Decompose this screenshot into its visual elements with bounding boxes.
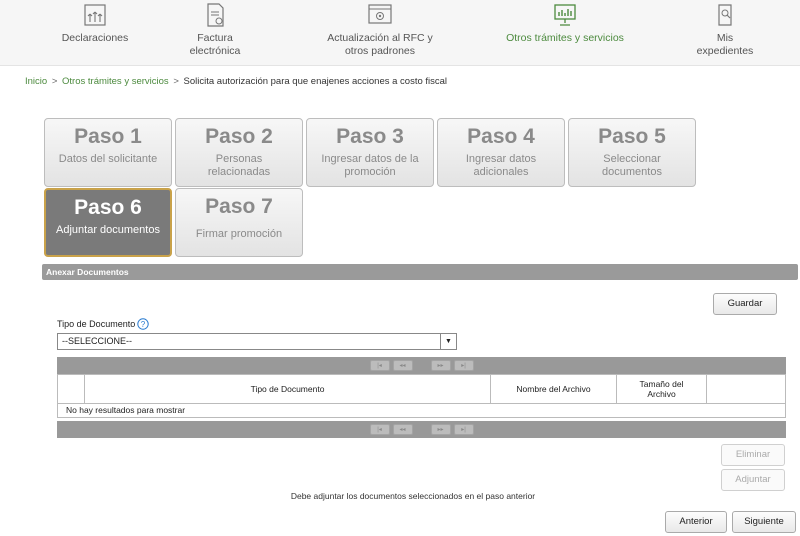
grid-col-nombre[interactable]: Nombre del Archivo — [491, 375, 617, 403]
select-value: --SELECCIONE-- — [62, 336, 133, 346]
tipo-documento-label: Tipo de Documento ? — [57, 318, 149, 330]
nav-label: Actualización al RFC y otros padrones — [327, 32, 433, 57]
tipo-documento-select[interactable]: --SELECCIONE-- ▼ — [57, 333, 457, 350]
last-page-icon[interactable]: ▸| — [453, 360, 474, 371]
nav-label: Otros trámites y servicios — [506, 32, 624, 44]
siguiente-button[interactable]: Siguiente — [732, 511, 796, 533]
step-title: Paso 7 — [205, 195, 273, 218]
step-subtitle: Ingresar datos de la promoción — [321, 153, 419, 178]
nav-label: Declaraciones — [61, 32, 129, 44]
help-icon[interactable]: ? — [137, 318, 149, 330]
step-subtitle: Personas relacionadas — [207, 153, 271, 178]
guardar-button[interactable]: Guardar — [713, 293, 777, 315]
step-4[interactable]: Paso 4 Ingresar datos adicionales — [437, 118, 565, 187]
step-title: Paso 4 — [467, 125, 535, 148]
step-subtitle: Ingresar datos adicionales — [465, 153, 537, 178]
otros-tramites-icon — [554, 4, 576, 26]
tipo-documento-text: Tipo de Documento — [57, 319, 136, 329]
next-page-icon[interactable]: ▸▸ — [430, 424, 451, 435]
grid-empty-message: No hay resultados para mostrar — [57, 404, 786, 418]
prev-page-icon[interactable]: ◂◂ — [392, 360, 413, 371]
breadcrumb-separator: > — [51, 76, 58, 87]
grid-col-tipo[interactable]: Tipo de Documento — [85, 375, 491, 403]
section-header: Anexar Documentos — [42, 264, 798, 280]
breadcrumb-home[interactable]: Inicio — [25, 76, 47, 87]
step-title: Paso 5 — [598, 125, 666, 148]
declaraciones-icon — [84, 4, 106, 26]
breadcrumb-current: Solicita autorización para que enajenes … — [183, 76, 448, 87]
step-3[interactable]: Paso 3 Ingresar datos de la promoción — [306, 118, 434, 187]
rfc-icon — [368, 4, 392, 24]
step-title: Paso 6 — [74, 196, 142, 219]
first-page-icon[interactable]: |◂ — [369, 360, 390, 371]
step-title: Paso 3 — [336, 125, 404, 148]
step-title: Paso 1 — [74, 125, 142, 148]
next-page-icon[interactable]: ▸▸ — [430, 360, 451, 371]
chevron-down-icon[interactable]: ▼ — [440, 334, 456, 349]
step-7[interactable]: Paso 7 Firmar promoción — [175, 188, 303, 257]
grid-pager-bottom: |◂ ◂◂ ▸▸ ▸| — [57, 421, 786, 438]
top-navigation: Declaraciones Factura electrónica Actual… — [0, 0, 800, 66]
step-5[interactable]: Paso 5 Seleccionar documentos — [568, 118, 696, 187]
nav-label: Mis expedientes — [696, 32, 754, 57]
nav-factura[interactable]: Factura electrónica — [175, 0, 255, 66]
eliminar-button[interactable]: Eliminar — [721, 444, 785, 466]
grid-col-extra — [707, 375, 785, 403]
anterior-button[interactable]: Anterior — [665, 511, 727, 533]
nav-declaraciones[interactable]: Declaraciones — [45, 0, 145, 66]
svg-text:?: ? — [141, 320, 146, 329]
grid-col-select — [58, 375, 85, 403]
first-page-icon[interactable]: |◂ — [369, 424, 390, 435]
step-subtitle: Datos del solicitante — [58, 153, 158, 165]
last-page-icon[interactable]: ▸| — [453, 424, 474, 435]
nav-actualizacion-rfc[interactable]: Actualización al RFC y otros padrones — [305, 0, 455, 66]
nav-label: Factura electrónica — [189, 32, 241, 57]
grid-pager-top: |◂ ◂◂ ▸▸ ▸| — [57, 357, 786, 374]
factura-icon — [207, 3, 224, 27]
grid-header: Tipo de Documento Nombre del Archivo Tam… — [57, 374, 786, 404]
step-6[interactable]: Paso 6 Adjuntar documentos — [44, 188, 172, 257]
step-title: Paso 2 — [205, 125, 273, 148]
breadcrumb-section[interactable]: Otros trámites y servicios — [62, 76, 169, 87]
nav-otros-tramites[interactable]: Otros trámites y servicios — [495, 0, 635, 66]
step-subtitle: Firmar promoción — [195, 228, 283, 240]
instruction-note: Debe adjuntar los documentos seleccionad… — [290, 491, 536, 501]
step-subtitle: Seleccionar documentos — [602, 153, 662, 178]
grid-col-tamano[interactable]: Tamaño del Archivo — [617, 375, 707, 403]
nav-mis-expedientes[interactable]: Mis expedientes — [680, 0, 770, 66]
step-1[interactable]: Paso 1 Datos del solicitante — [44, 118, 172, 187]
step-subtitle: Adjuntar documentos — [56, 224, 160, 236]
step-2[interactable]: Paso 2 Personas relacionadas — [175, 118, 303, 187]
adjuntar-button[interactable]: Adjuntar — [721, 469, 785, 491]
expedientes-icon — [718, 4, 732, 26]
breadcrumb: Inicio > Otros trámites y servicios > So… — [25, 76, 447, 87]
prev-page-icon[interactable]: ◂◂ — [392, 424, 413, 435]
breadcrumb-separator: > — [173, 76, 179, 87]
